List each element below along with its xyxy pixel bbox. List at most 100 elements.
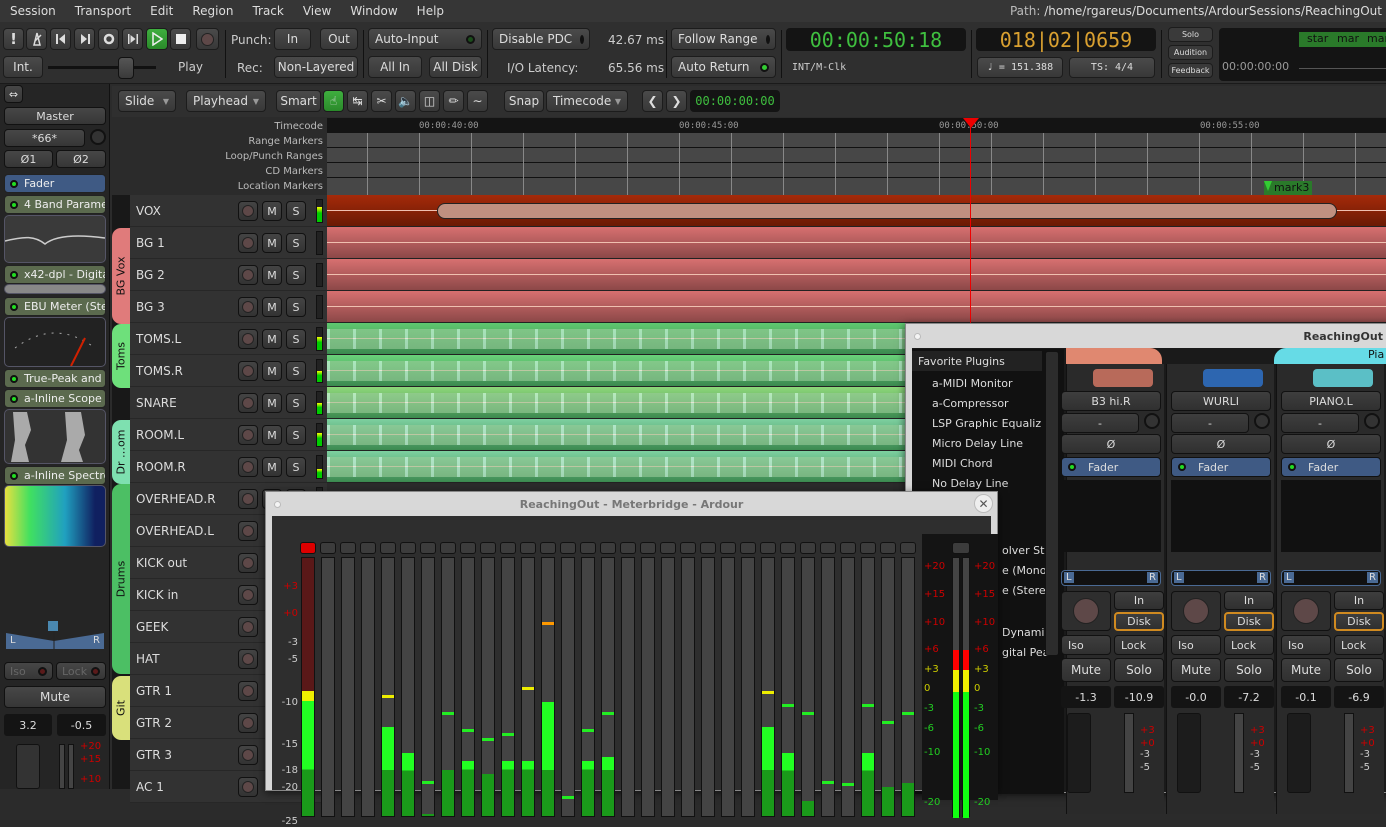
- menu-transport[interactable]: Transport: [65, 4, 140, 18]
- track-name[interactable]: SNARE: [136, 396, 177, 410]
- solo-button[interactable]: Solo: [1334, 658, 1384, 682]
- solo-button[interactable]: S: [286, 329, 306, 349]
- peak-indicator-button[interactable]: [300, 542, 316, 554]
- processor-box[interactable]: [1061, 480, 1161, 552]
- piano-l-name-button[interactable]: PIANO.L: [1281, 391, 1381, 411]
- menu-session[interactable]: Session: [0, 4, 65, 18]
- track-name[interactable]: KICK in: [136, 588, 178, 602]
- plugin-enable-led[interactable]: [10, 302, 18, 311]
- favorite-plugin-item[interactable]: gital Pea: [1002, 646, 1049, 659]
- internal-edit-tool-button[interactable]: ∼: [467, 90, 488, 112]
- record-arm-button[interactable]: [238, 617, 258, 637]
- peak-indicator-button[interactable]: [820, 542, 836, 554]
- mute-button[interactable]: M: [262, 393, 282, 413]
- solo-button[interactable]: S: [286, 233, 306, 253]
- record-arm-button[interactable]: [238, 201, 258, 221]
- playhead-marker-icon[interactable]: [963, 118, 979, 128]
- play-button[interactable]: [146, 28, 168, 50]
- plugin-enable-led[interactable]: [10, 270, 18, 279]
- record-button[interactable]: [196, 28, 219, 50]
- input-button[interactable]: -: [1281, 413, 1359, 433]
- record-arm-button[interactable]: [238, 297, 258, 317]
- solo-button[interactable]: S: [286, 361, 306, 381]
- smart-mode-button[interactable]: Smart: [276, 90, 321, 112]
- group-tab-2[interactable]: Dr …om: [112, 420, 130, 484]
- peak-display[interactable]: -0.5: [57, 714, 106, 736]
- grab-tool-button[interactable]: ☝: [323, 90, 344, 112]
- mute-button[interactable]: M: [262, 233, 282, 253]
- record-arm-button[interactable]: [238, 553, 258, 573]
- peak-display[interactable]: -6.9: [1334, 686, 1384, 708]
- monitor-input-button[interactable]: In: [1224, 591, 1274, 610]
- gain-fader[interactable]: [1287, 713, 1311, 793]
- mixer-group-tab-piano[interactable]: Pia: [1274, 348, 1386, 364]
- peak-indicator-button[interactable]: [520, 542, 536, 554]
- range-tool-button[interactable]: ↹: [347, 90, 368, 112]
- int-button[interactable]: Int.: [3, 56, 43, 78]
- mute-button[interactable]: Mute: [1171, 658, 1221, 682]
- track-name[interactable]: BG 2: [136, 268, 165, 282]
- mini-marker[interactable]: mar: [1359, 32, 1386, 47]
- record-arm-button[interactable]: [238, 393, 258, 413]
- monitor-input-button[interactable]: In: [1114, 591, 1164, 610]
- menu-region[interactable]: Region: [182, 4, 242, 18]
- peak-indicator-button[interactable]: [660, 542, 676, 554]
- monitor-disk-button[interactable]: Disk: [1334, 612, 1384, 631]
- track-name[interactable]: VOX: [136, 204, 161, 218]
- track-name[interactable]: GTR 3: [136, 748, 172, 762]
- favorite-plugin-item[interactable]: No Delay Line: [932, 477, 1008, 490]
- plugin-enable-led[interactable]: [1068, 463, 1076, 471]
- record-arm-button[interactable]: [238, 265, 258, 285]
- processor-box[interactable]: [1281, 480, 1381, 552]
- mute-button[interactable]: M: [262, 265, 282, 285]
- peak-indicator-button[interactable]: [800, 542, 816, 554]
- phase-1-button[interactable]: Ø1: [4, 150, 53, 168]
- peak-indicator-button[interactable]: [900, 542, 916, 554]
- record-arm-button[interactable]: [238, 489, 258, 509]
- solo-button[interactable]: S: [286, 425, 306, 445]
- window-menu-icon[interactable]: [274, 501, 281, 508]
- peak-indicator-button[interactable]: [340, 542, 356, 554]
- goto-start-button[interactable]: [50, 28, 71, 50]
- auto-return-button[interactable]: Auto Return: [671, 56, 776, 78]
- primary-clock[interactable]: 00:00:50:18: [786, 28, 966, 52]
- close-icon[interactable]: ✕: [974, 494, 993, 513]
- peak-indicator-button[interactable]: [380, 542, 396, 554]
- mute-button[interactable]: M: [262, 329, 282, 349]
- gain-display[interactable]: -0.0: [1171, 686, 1221, 708]
- panner[interactable]: LR: [1281, 570, 1381, 586]
- monitor-disk-button[interactable]: Disk: [1114, 612, 1164, 631]
- peak-indicator-button[interactable]: [640, 542, 656, 554]
- track-lane[interactable]: [327, 291, 1386, 323]
- strip-name-button[interactable]: Master: [4, 107, 106, 125]
- loop-punch-ruler[interactable]: [327, 148, 1386, 163]
- peak-indicator-button[interactable]: [840, 542, 856, 554]
- master-peak-button[interactable]: [952, 542, 970, 554]
- plugin-enable-led[interactable]: [10, 471, 18, 480]
- track-name[interactable]: TOMS.R: [136, 364, 183, 378]
- peak-indicator-button[interactable]: [780, 542, 796, 554]
- strip-width-button[interactable]: ⇔: [4, 85, 23, 103]
- menu-view[interactable]: View: [293, 4, 340, 18]
- record-arm-button[interactable]: [238, 361, 258, 381]
- location-markers-ruler[interactable]: [327, 178, 1386, 195]
- mute-button[interactable]: Mute: [4, 686, 106, 708]
- trim-knob[interactable]: [1364, 413, 1380, 429]
- lock-button[interactable]: Lock: [1334, 635, 1384, 655]
- phase-button[interactable]: Ø: [1171, 434, 1271, 454]
- menu-edit[interactable]: Edit: [140, 4, 182, 18]
- mute-button[interactable]: M: [262, 361, 282, 381]
- input-button[interactable]: -: [1061, 413, 1139, 433]
- iso-button[interactable]: Iso: [1281, 635, 1331, 655]
- solo-button[interactable]: S: [286, 297, 306, 317]
- monitor-disk-button[interactable]: Disk: [1224, 612, 1274, 631]
- cd-markers-ruler[interactable]: [327, 163, 1386, 178]
- peak-indicator-button[interactable]: [560, 542, 576, 554]
- peak-indicator-button[interactable]: [680, 542, 696, 554]
- mute-button[interactable]: M: [262, 297, 282, 317]
- lock-button[interactable]: Lock: [1114, 635, 1164, 655]
- edit-mode-dropdown[interactable]: Slide ▼: [118, 90, 176, 112]
- meter-button[interactable]: TS: 4/4: [1069, 57, 1155, 78]
- iso-button[interactable]: Iso: [1061, 635, 1111, 655]
- record-arm-button[interactable]: [238, 713, 258, 733]
